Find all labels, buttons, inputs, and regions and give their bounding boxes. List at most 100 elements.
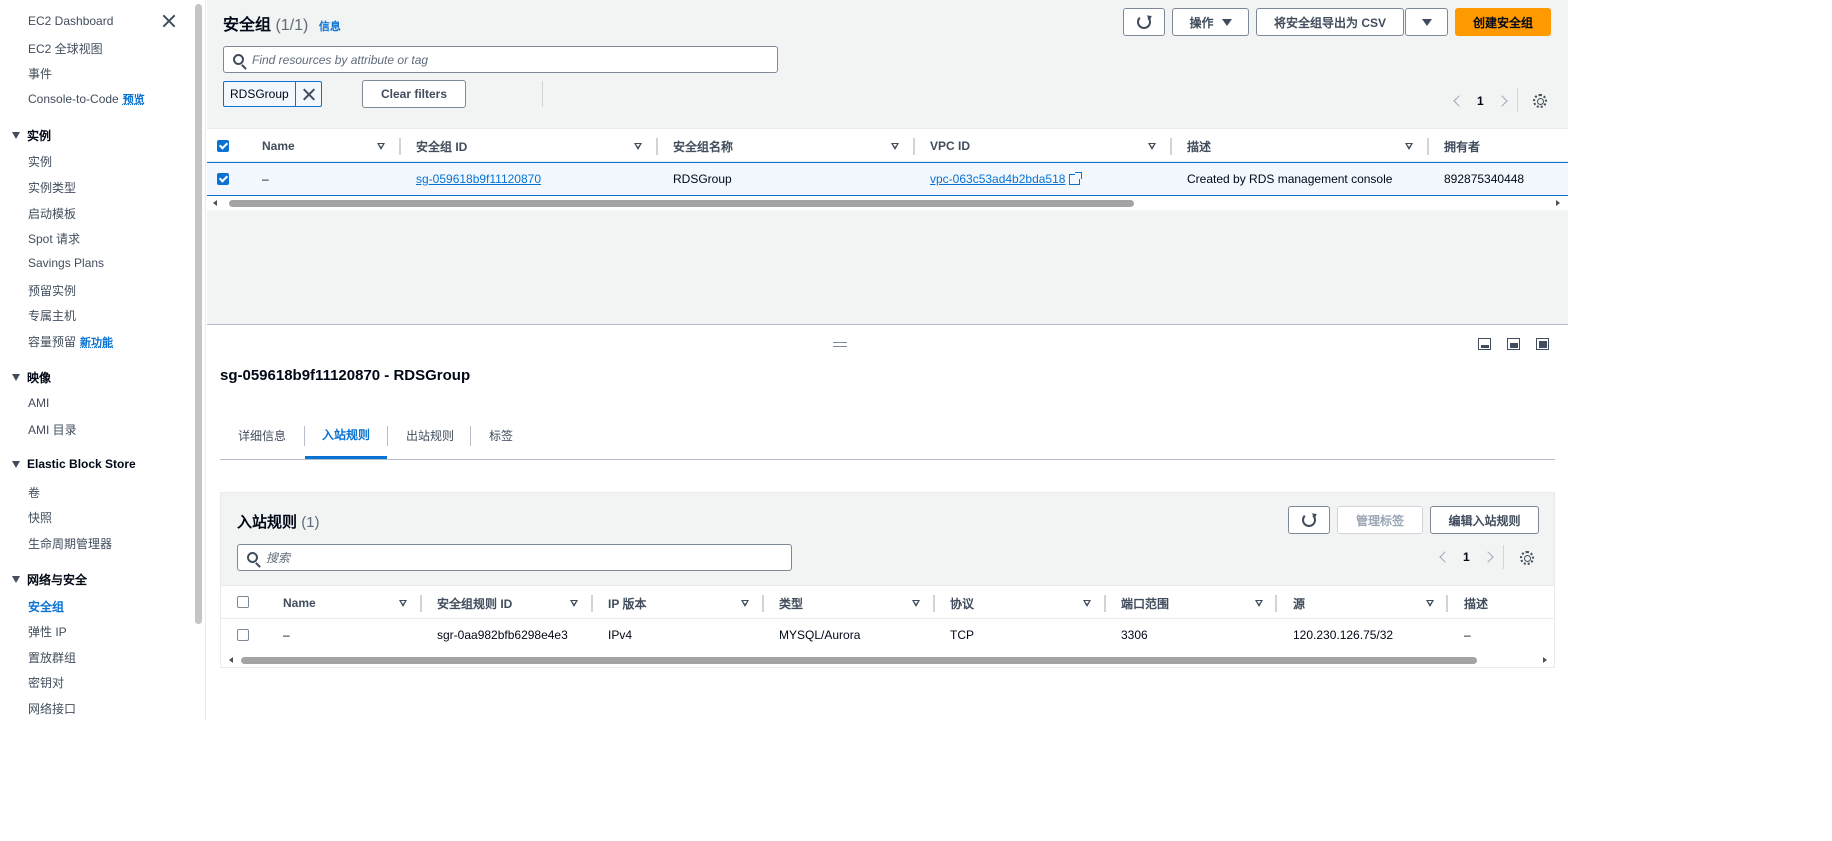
sort-icon[interactable] [1083, 600, 1091, 607]
column-header-protocol[interactable]: 协议 [950, 586, 974, 620]
sidebar-item-elastic-ips[interactable]: 弹性 IP [28, 623, 67, 640]
edit-inbound-rules-button[interactable]: 编辑入站规则 [1430, 506, 1539, 534]
new-badge[interactable]: 新功能 [80, 337, 113, 349]
sort-icon[interactable] [1405, 143, 1413, 150]
panel-maximize-icon[interactable] [1536, 338, 1549, 350]
horizontal-scrollbar[interactable] [207, 196, 1568, 210]
export-csv-button[interactable]: 将安全组导出为 CSV [1256, 8, 1404, 36]
column-header-type[interactable]: 类型 [779, 586, 803, 620]
sort-icon[interactable] [1148, 143, 1156, 150]
resize-handle[interactable] [833, 342, 847, 347]
sort-icon[interactable] [741, 600, 749, 607]
sidebar-item-ami-catalog[interactable]: AMI 目录 [28, 421, 77, 438]
scroll-right-icon[interactable] [1543, 657, 1547, 663]
column-resizer[interactable] [933, 595, 935, 612]
column-resizer[interactable] [399, 138, 401, 155]
table-row[interactable]: – sgr-0aa982bfb6298e4e3 IPv4 MYSQL/Auror… [221, 619, 1554, 653]
sidebar-item-volumes[interactable]: 卷 [28, 484, 40, 501]
info-link[interactable]: 信息 [319, 21, 341, 33]
sidebar-item-ami[interactable]: AMI [28, 396, 49, 410]
tab-inbound-rules[interactable]: 入站规则 [305, 412, 387, 459]
sidebar-item-ec2-global-view[interactable]: EC2 全球视图 [28, 40, 103, 57]
sort-icon[interactable] [377, 143, 385, 150]
sidebar-item-console-to-code[interactable]: Console-to-Code 预览 [28, 91, 145, 107]
remove-filter-icon[interactable] [296, 82, 321, 106]
inbound-refresh-button[interactable] [1288, 506, 1330, 534]
row-checkbox[interactable] [237, 629, 249, 641]
manage-tags-button[interactable]: 管理标签 [1337, 506, 1423, 534]
scrollbar-thumb[interactable] [229, 200, 1134, 207]
tab-outbound-rules[interactable]: 出站规则 [406, 412, 454, 458]
column-resizer[interactable] [420, 595, 422, 612]
sidebar-section-instances[interactable]: 实例 [12, 127, 51, 144]
select-all-checkbox[interactable] [237, 596, 249, 608]
column-resizer[interactable] [913, 138, 915, 155]
sg-id-link[interactable]: sg-059618b9f11120870 [416, 172, 541, 186]
table-row[interactable]: – sg-059618b9f11120870 RDSGroup vpc-063c… [207, 162, 1568, 196]
column-resizer[interactable] [1446, 595, 1448, 612]
filter-search-input[interactable]: Find resources by attribute or tag [223, 46, 778, 73]
panel-minimize-icon[interactable] [1478, 338, 1491, 350]
column-header-owner[interactable]: 拥有者 [1444, 129, 1480, 163]
row-checkbox[interactable] [217, 173, 229, 185]
column-header-rule-id[interactable]: 安全组规则 ID [437, 586, 512, 620]
scroll-right-icon[interactable] [1556, 200, 1560, 206]
sidebar-item-savings-plans[interactable]: Savings Plans [28, 256, 104, 270]
create-security-group-button[interactable]: 创建安全组 [1455, 8, 1551, 36]
column-header-source[interactable]: 源 [1293, 586, 1305, 620]
panel-half-icon[interactable] [1507, 338, 1520, 350]
sidebar-item-spot-requests[interactable]: Spot 请求 [28, 230, 80, 247]
page-number[interactable]: 1 [1463, 550, 1470, 564]
gear-icon[interactable] [1520, 551, 1534, 565]
sort-icon[interactable] [891, 143, 899, 150]
column-header-name[interactable]: Name [262, 129, 295, 163]
chevron-right-icon[interactable] [1482, 551, 1494, 563]
column-header-vpc-id[interactable]: VPC ID [930, 129, 970, 163]
scroll-left-icon[interactable] [229, 657, 233, 663]
sidebar-item-events[interactable]: 事件 [28, 65, 52, 82]
column-resizer[interactable] [656, 138, 658, 155]
actions-button[interactable]: 操作 [1172, 8, 1249, 36]
sidebar-section-images[interactable]: 映像 [12, 369, 51, 386]
sidebar-scrollbar[interactable] [195, 4, 202, 624]
column-resizer[interactable] [1275, 595, 1277, 612]
column-header-port-range[interactable]: 端口范围 [1121, 586, 1169, 620]
sort-icon[interactable] [570, 600, 578, 607]
sidebar-section-ebs[interactable]: Elastic Block Store [12, 457, 136, 471]
column-header-sg-name[interactable]: 安全组名称 [673, 129, 733, 163]
sidebar-item-placement-groups[interactable]: 置放群组 [28, 649, 76, 666]
sidebar-item-dedicated-hosts[interactable]: 专属主机 [28, 307, 76, 324]
column-resizer[interactable] [1104, 595, 1106, 612]
scroll-left-icon[interactable] [213, 200, 217, 206]
export-options-button[interactable] [1405, 8, 1448, 36]
column-header-ip-version[interactable]: IP 版本 [608, 586, 646, 620]
column-resizer[interactable] [1427, 138, 1429, 155]
sidebar-item-snapshots[interactable]: 快照 [28, 509, 52, 526]
inbound-search-input[interactable]: 搜索 [237, 544, 792, 571]
column-resizer[interactable] [591, 595, 593, 612]
column-header-name[interactable]: Name [283, 586, 316, 620]
sort-icon[interactable] [1426, 600, 1434, 607]
close-icon[interactable] [161, 13, 177, 29]
sidebar-section-network-security[interactable]: 网络与安全 [12, 571, 87, 588]
preview-badge[interactable]: 预览 [123, 94, 145, 106]
sidebar-item-key-pairs[interactable]: 密钥对 [28, 674, 64, 691]
horizontal-scrollbar[interactable] [221, 653, 1554, 667]
sort-icon[interactable] [634, 143, 642, 150]
sidebar-item-network-interfaces[interactable]: 网络接口 [28, 700, 76, 717]
column-resizer[interactable] [762, 595, 764, 612]
sidebar-item-instances[interactable]: 实例 [28, 153, 52, 170]
sidebar-item-reserved-instances[interactable]: 预留实例 [28, 282, 76, 299]
sidebar-item-launch-templates[interactable]: 启动模板 [28, 205, 76, 222]
sidebar-item-capacity-reservations[interactable]: 容量预留 新功能 [28, 333, 113, 350]
column-header-description[interactable]: 描述 [1187, 129, 1211, 163]
sidebar-item-instance-types[interactable]: 实例类型 [28, 179, 76, 196]
column-header-description[interactable]: 描述 [1464, 586, 1488, 620]
chevron-right-icon[interactable] [1496, 95, 1508, 107]
gear-icon[interactable] [1533, 94, 1547, 108]
select-all-checkbox[interactable] [217, 140, 229, 152]
sidebar-item-security-groups[interactable]: 安全组 [28, 598, 64, 615]
sort-icon[interactable] [399, 600, 407, 607]
tab-tags[interactable]: 标签 [489, 412, 513, 458]
sidebar-item-lifecycle-manager[interactable]: 生命周期管理器 [28, 535, 112, 552]
